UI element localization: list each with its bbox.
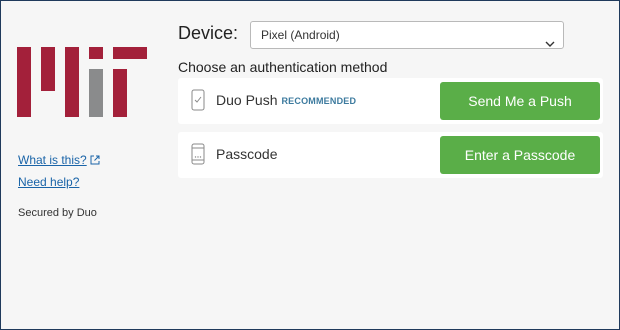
device-label: Device:	[178, 23, 239, 43]
duo-prompt-frame: What is this? Need help? Secured by Duo …	[0, 0, 620, 330]
chevron-down-icon	[545, 31, 555, 57]
method-row-duo-push: Duo Push RECOMMENDED Send Me a Push	[178, 78, 603, 124]
device-select[interactable]: Pixel (Android)	[250, 21, 564, 49]
method-row-passcode: Passcode Enter a Passcode	[178, 132, 603, 178]
secured-by-duo: Secured by Duo	[18, 207, 97, 219]
enter-passcode-button[interactable]: Enter a Passcode	[440, 136, 600, 174]
help-links: What is this? Need help?	[18, 153, 100, 196]
what-is-this-link[interactable]: What is this?	[18, 153, 100, 168]
duo-push-label: Duo Push	[216, 92, 278, 108]
need-help-link[interactable]: Need help?	[18, 175, 100, 189]
device-select-value: Pixel (Android)	[261, 28, 340, 42]
mit-logo	[17, 47, 147, 117]
phone-keypad-icon	[191, 143, 205, 170]
method-heading: Choose an authentication method	[178, 59, 388, 75]
what-is-this-label: What is this?	[18, 153, 87, 167]
method-label-duo-push: Duo Push RECOMMENDED	[216, 92, 356, 108]
send-push-button[interactable]: Send Me a Push	[440, 82, 600, 120]
recommended-badge: RECOMMENDED	[281, 96, 357, 106]
external-link-icon	[90, 154, 100, 168]
mit-logo-graphic	[17, 47, 147, 117]
passcode-label: Passcode	[216, 146, 278, 162]
phone-check-icon	[191, 89, 205, 116]
